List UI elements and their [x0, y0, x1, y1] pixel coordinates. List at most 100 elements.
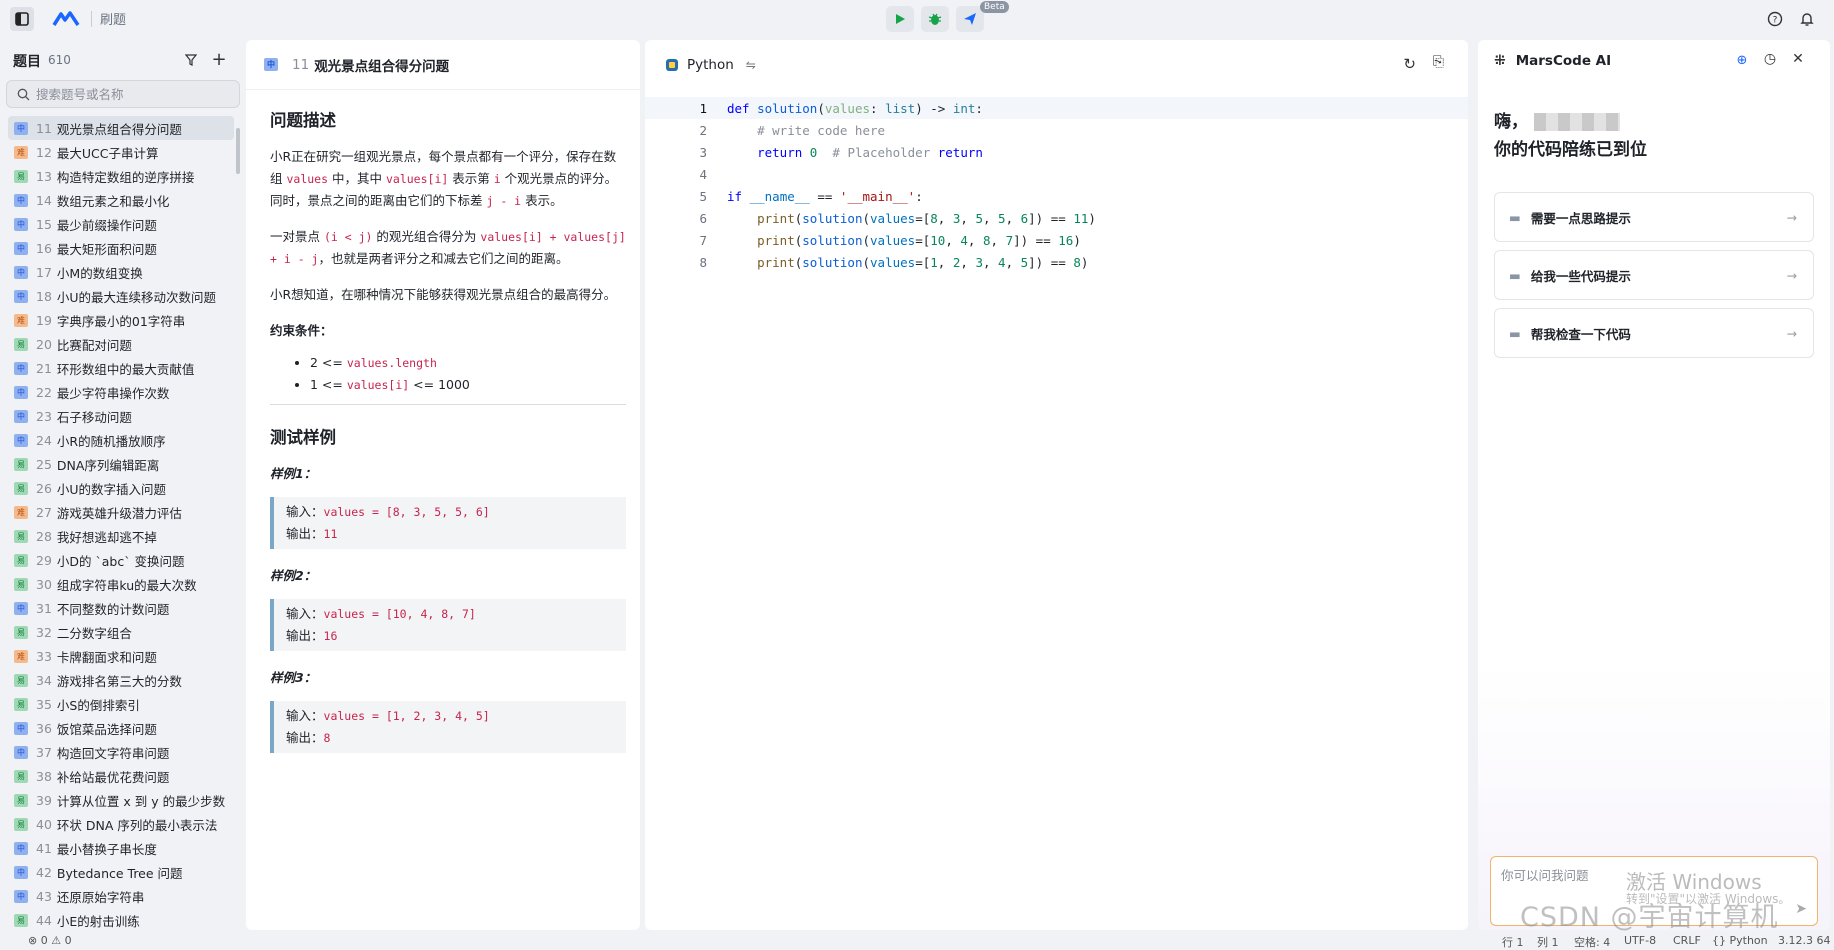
sidebar-problem-item[interactable]: 中 23 石子移动问题	[8, 404, 234, 428]
code-line[interactable]: 8 print(solution(values=[1, 2, 3, 4, 5])…	[645, 251, 1468, 273]
sidebar-problem-item[interactable]: 易 13 构造特定数组的逆序拼接	[8, 164, 234, 188]
new-chat-icon[interactable]: ⊕	[1734, 52, 1750, 68]
sidebar-problem-item[interactable]: 易 29 小D的 `abc` 变换问题	[8, 548, 234, 572]
sidebar-problem-item[interactable]: 中 36 饭馆菜品选择问题	[8, 716, 234, 740]
constraint-item: 1 <= values[i] <= 1000	[310, 374, 626, 396]
sidebar-problem-item[interactable]: 易 34 游戏排名第三大的分数	[8, 668, 234, 692]
sidebar-problem-item[interactable]: 易 35 小S的倒排索引	[8, 692, 234, 716]
sidebar-problem-item[interactable]: 中 14 数组元素之和最小化	[8, 188, 234, 212]
description-paragraph: 一对景点 (i < j) 的观光组合得分为 values[i] + values…	[270, 226, 626, 270]
code-line[interactable]: 1 def solution(values: list) -> int:	[645, 97, 1468, 119]
problem-number: 27	[36, 504, 52, 520]
sidebar-problem-item[interactable]: 中 15 最少前缀操作问题	[8, 212, 234, 236]
marscode-logo-icon	[52, 10, 80, 28]
problem-number: 32	[36, 624, 52, 640]
suggestion-code-hint[interactable]: ▬ 给我一些代码提示 →	[1494, 250, 1814, 300]
sidebar-problem-item[interactable]: 中 21 环形数组中的最大贡献值	[8, 356, 234, 380]
sidebar-problem-item[interactable]: 易 30 组成字符串ku的最大次数	[8, 572, 234, 596]
encoding[interactable]: UTF-8	[1624, 934, 1656, 947]
sidebar-problem-item[interactable]: 中 18 小U的最大连续移动次数问题	[8, 284, 234, 308]
language-mode[interactable]: {} Python	[1712, 934, 1768, 947]
suggestion-check-code[interactable]: ▬ 帮我检查一下代码 →	[1494, 308, 1814, 358]
close-icon[interactable]: ✕	[1790, 51, 1806, 67]
sidebar-problem-item[interactable]: 中 17 小M的数组变换	[8, 260, 234, 284]
inline-code: i	[493, 172, 501, 186]
tab-problem[interactable]: 中 11 观光景点组合得分问题	[246, 40, 640, 90]
problem-title: 比赛配对问题	[56, 337, 132, 353]
scrollbar[interactable]	[236, 128, 240, 174]
problem-title: Bytedance Tree 问题	[56, 865, 183, 881]
difficulty-badge: 难	[14, 145, 28, 159]
sidebar-problem-item[interactable]: 中 11 观光景点组合得分问题	[8, 116, 234, 140]
python-version[interactable]: 3.12.3 64	[1778, 934, 1830, 947]
help-icon[interactable]: ?	[1766, 10, 1784, 28]
sidebar-toggle-icon[interactable]	[10, 7, 34, 31]
text: 表示第	[448, 171, 494, 186]
code-line[interactable]: 7 print(solution(values=[10, 4, 8, 7]) =…	[645, 229, 1468, 251]
sidebar-problem-item[interactable]: 中 31 不同整数的计数问题	[8, 596, 234, 620]
beta-badge: Beta	[980, 1, 1009, 13]
difficulty-badge: 中	[14, 289, 28, 303]
sidebar-problem-item[interactable]: 中 37 构造回文字符串问题	[8, 740, 234, 764]
difficulty-badge: 易	[14, 529, 28, 543]
sidebar-problem-item[interactable]: 易 32 二分数字组合	[8, 620, 234, 644]
sidebar-problem-item[interactable]: 难 33 卡牌翻面求和问题	[8, 644, 234, 668]
sidebar-problem-item[interactable]: 中 24 小R的随机播放顺序	[8, 428, 234, 452]
problem-title: 构造特定数组的逆序拼接	[56, 169, 195, 185]
sidebar-problem-item[interactable]: 易 38 补给站最优花费问题	[8, 764, 234, 788]
sidebar-problem-item[interactable]: 易 26 小U的数字插入问题	[8, 476, 234, 500]
sidebar-problem-item[interactable]: 易 20 比赛配对问题	[8, 332, 234, 356]
search-input[interactable]	[36, 86, 216, 102]
sidebar-problem-item[interactable]: 中 22 最少字符串操作次数	[8, 380, 234, 404]
problem-panel: 中 11 观光景点组合得分问题 问题描述 小R正在研究一组观光景点，每个景点都有…	[246, 40, 640, 930]
bell-icon[interactable]	[1798, 10, 1816, 28]
sidebar-problem-item[interactable]: 易 39 计算从位置 x 到 y 的最少步数	[8, 788, 234, 812]
sidebar-problem-item[interactable]: 易 28 我好想逃却逃不掉	[8, 524, 234, 548]
problem-number: 25	[36, 456, 52, 472]
sidebar-problem-item[interactable]: 易 44 小E的射击训练	[8, 908, 234, 932]
code-area[interactable]: 1 def solution(values: list) -> int: 2 # w…	[645, 97, 1468, 273]
switch-language-icon[interactable]: ⇋	[746, 58, 756, 72]
code-line[interactable]: 2 # write code here	[645, 119, 1468, 141]
input-label: 输入：	[286, 504, 324, 519]
sidebar-problem-item[interactable]: 易 25 DNA序列编辑距离	[8, 452, 234, 476]
sidebar-problem-item[interactable]: 中 41 最小替换子串长度	[8, 836, 234, 860]
code-line[interactable]: 4	[645, 163, 1468, 185]
example-title: 样例2：	[270, 568, 317, 583]
language-label[interactable]: Python	[687, 57, 734, 73]
sidebar-problem-item[interactable]: 难 12 最大UCC子串计算	[8, 140, 234, 164]
code-line[interactable]: 6 print(solution(values=[8, 3, 5, 5, 6])…	[645, 207, 1468, 229]
code-text: print(solution(values=[8, 3, 5, 5, 6]) =…	[757, 210, 1096, 226]
sidebar-problem-item[interactable]: 中 42 Bytedance Tree 问题	[8, 860, 234, 884]
problems-indicator[interactable]: ⊗ 0 ⚠ 0	[28, 934, 72, 947]
history-icon[interactable]: ◷	[1762, 51, 1778, 67]
sidebar-problem-item[interactable]: 难 19 字典序最小的01字符串	[8, 308, 234, 332]
sidebar-problem-item[interactable]: 中 16 最大矩形面积问题	[8, 236, 234, 260]
filter-icon[interactable]	[183, 52, 199, 68]
problem-number: 29	[36, 552, 52, 568]
greeting: 嗨， 你的代码陪练已到位	[1494, 108, 1647, 164]
difficulty-badge: 中	[14, 433, 28, 447]
sidebar-problem-item[interactable]: 难 27 游戏英雄升级潜力评估	[8, 500, 234, 524]
difficulty-badge: 易	[14, 913, 28, 927]
suggestion-thinking-hint[interactable]: ▬ 需要一点思路提示 →	[1494, 192, 1814, 242]
text: 一对景点	[270, 229, 324, 244]
difficulty-badge: 中	[14, 385, 28, 399]
problem-title: 小U的最大连续移动次数问题	[56, 289, 217, 305]
line-ending[interactable]: CRLF	[1673, 934, 1701, 947]
add-icon[interactable]: +	[211, 49, 227, 70]
example-output: 11	[323, 527, 338, 541]
debug-button[interactable]	[921, 6, 949, 32]
line-number: 1	[699, 100, 707, 116]
sidebar-problem-item[interactable]: 易 40 环状 DNA 序列的最小表示法	[8, 812, 234, 836]
reset-icon[interactable]: ↻	[1403, 55, 1416, 73]
code-line[interactable]: 3 return 0 # Placeholder return	[645, 141, 1468, 163]
code-line[interactable]: 5 if __name__ == '__main__':	[645, 185, 1468, 207]
search-box[interactable]	[6, 80, 240, 108]
run-button[interactable]	[886, 6, 914, 32]
example-box: 输入：values = [10, 4, 8, 7] 输出：16	[270, 599, 626, 651]
send-icon[interactable]: ➤	[1795, 901, 1807, 917]
constraints-title: 约束条件：	[270, 323, 333, 338]
sidebar-problem-item[interactable]: 中 43 还原原始字符串	[8, 884, 234, 908]
format-icon[interactable]: ⎘	[1433, 54, 1444, 70]
